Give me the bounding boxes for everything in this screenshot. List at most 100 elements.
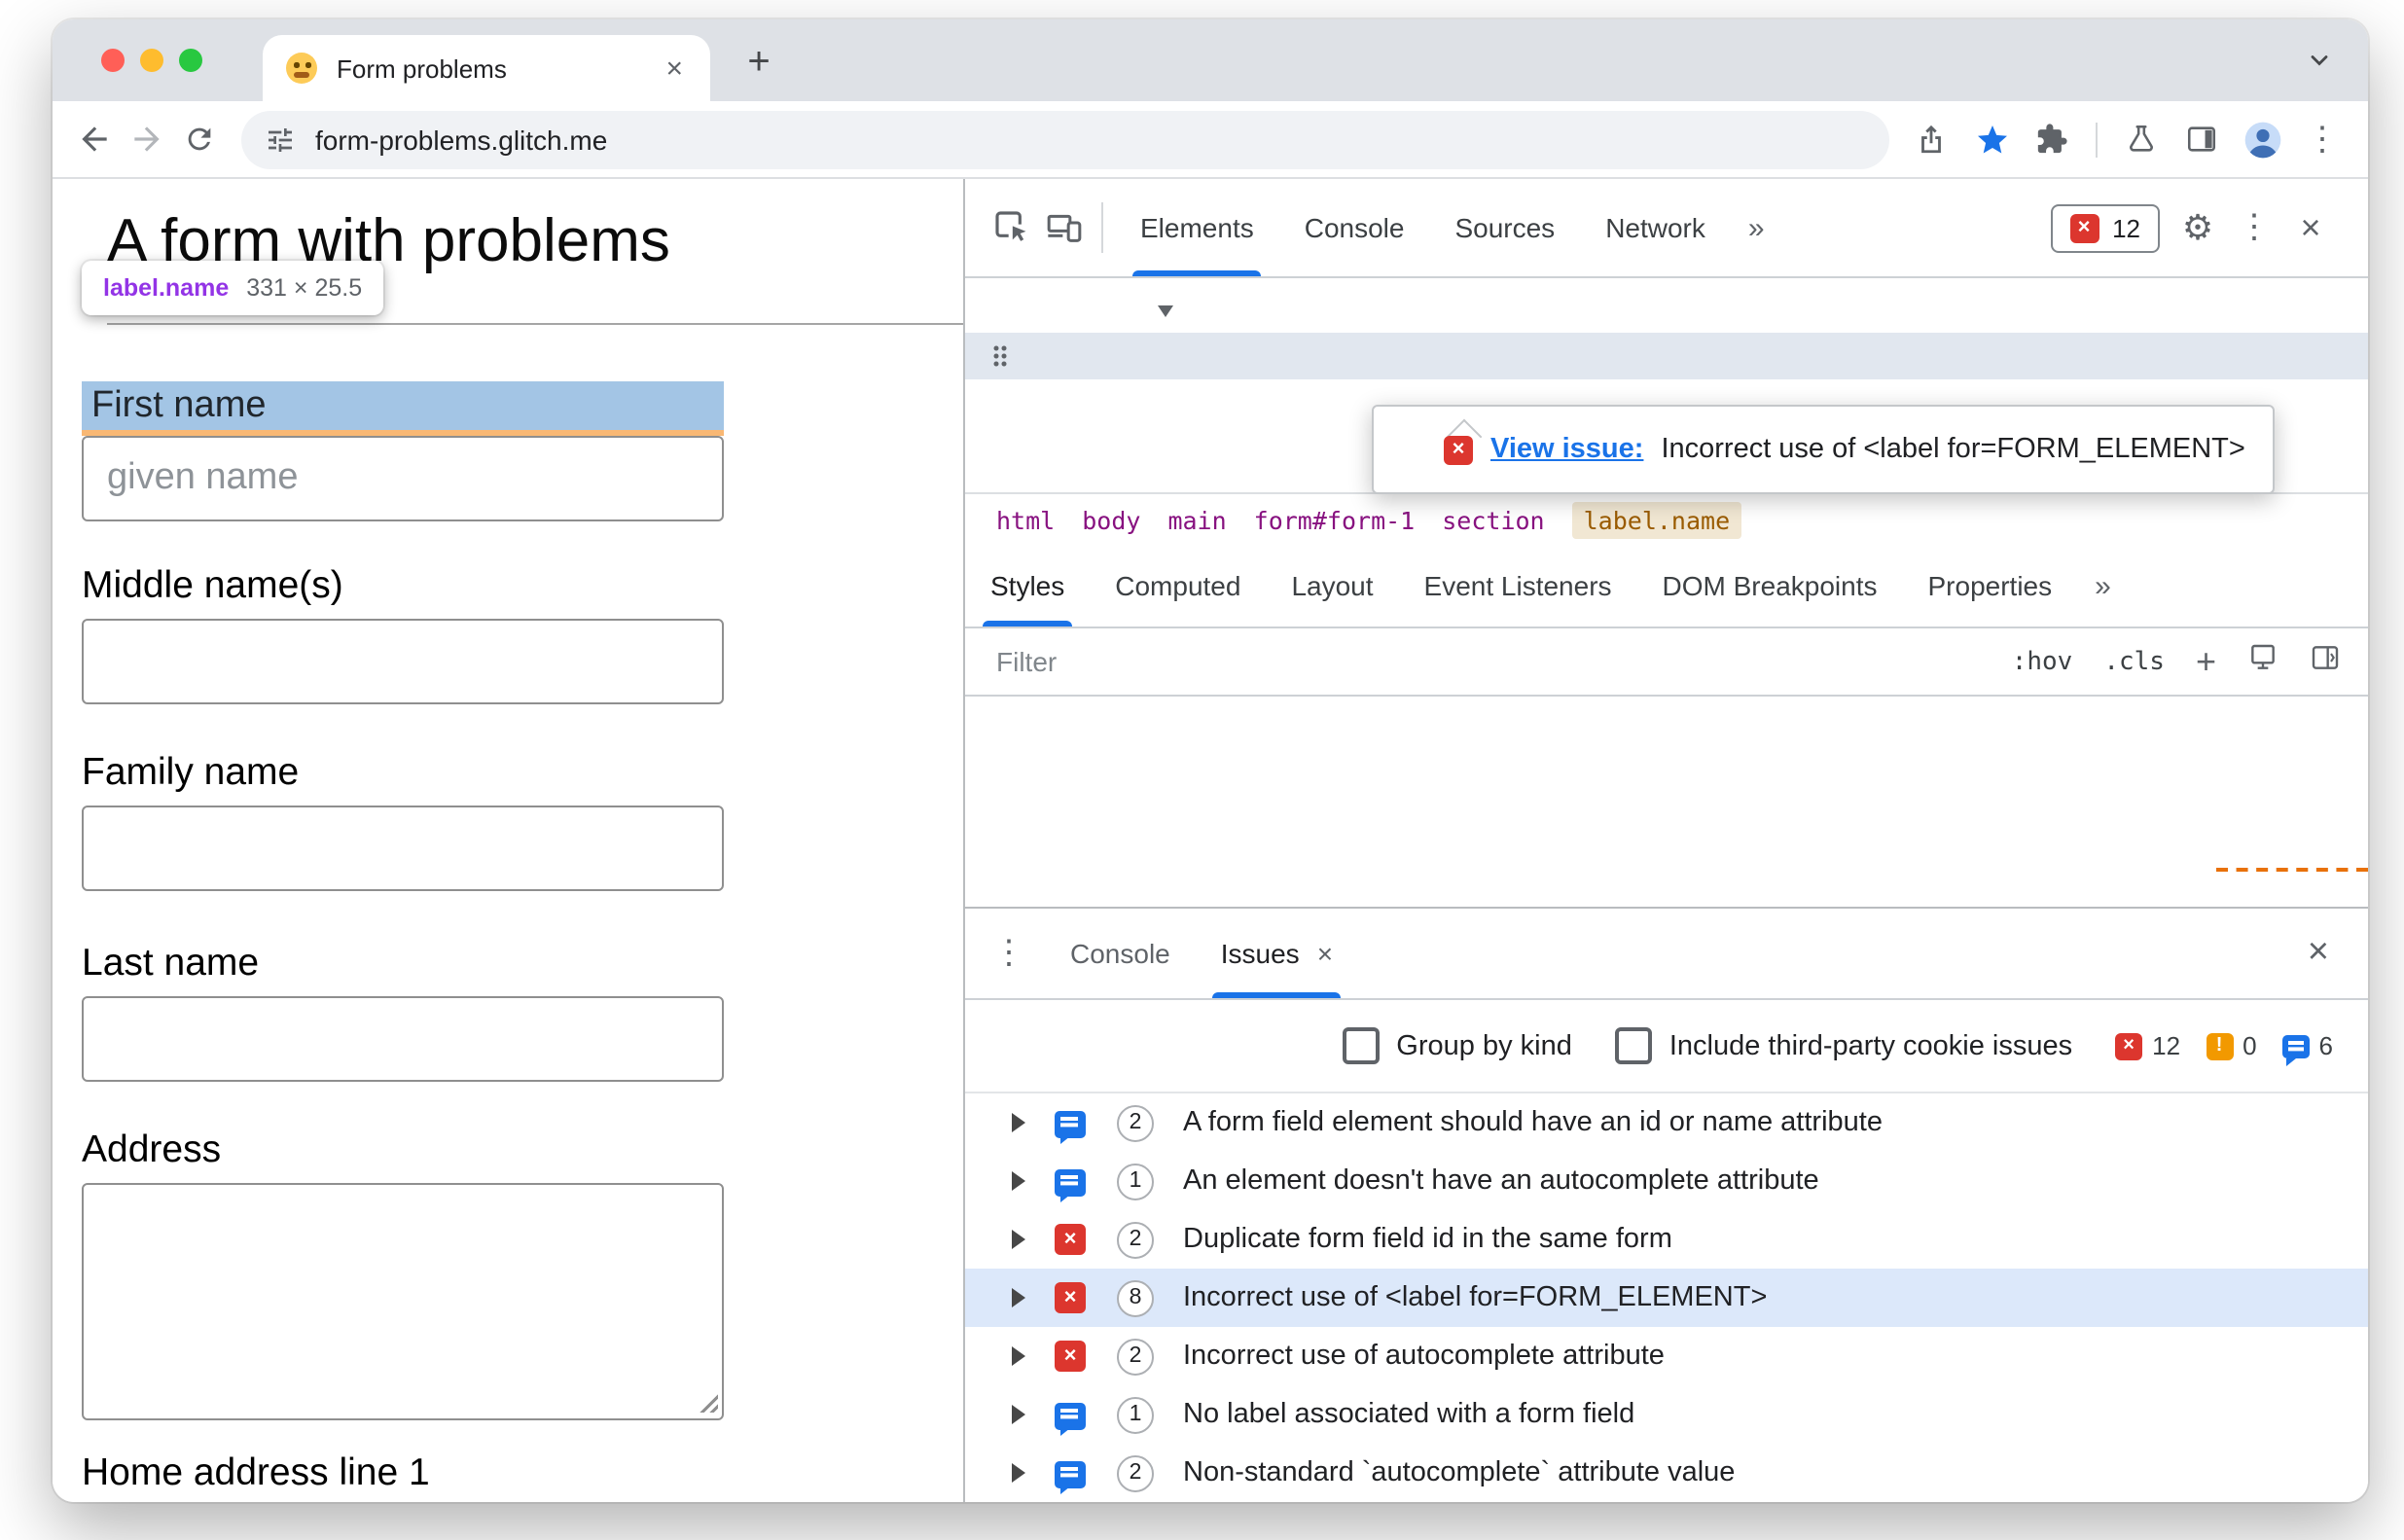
extensions-puzzle-icon[interactable] <box>2026 113 2078 165</box>
rendering-emulation-icon[interactable] <box>2247 641 2278 682</box>
share-icon[interactable] <box>1905 113 1957 165</box>
last-name-input[interactable] <box>82 996 724 1082</box>
back-icon[interactable] <box>68 113 121 165</box>
devtools-tab-label: Console <box>1304 212 1405 243</box>
bookmark-star-icon[interactable] <box>1965 113 2018 165</box>
issue-row[interactable]: × 2 A form field element should have an … <box>965 1093 2368 1152</box>
breadcrumb[interactable]: body <box>1082 505 1140 534</box>
view-issue-link[interactable]: View issue: <box>1490 434 1643 465</box>
sidebar-tab[interactable]: Properties <box>1903 545 2078 627</box>
breadcrumb[interactable]: section <box>1442 505 1544 534</box>
issue-row[interactable]: × 2 Incorrect use of autocomplete attrib… <box>965 1327 2368 1385</box>
window-close-button[interactable] <box>101 49 125 72</box>
address-textarea[interactable] <box>82 1183 724 1420</box>
issues-count-button[interactable]: × 12 <box>2050 203 2160 252</box>
styles-pane-content <box>965 697 2368 907</box>
devtools-drawer: ⋮ Console Issues × × Group by kind Inclu… <box>965 907 2368 1502</box>
third-party-cookie-checkbox[interactable]: Include third-party cookie issues <box>1614 1027 2072 1064</box>
middle-name-input[interactable] <box>82 619 724 704</box>
profile-avatar[interactable] <box>2236 113 2288 165</box>
emoji-face-icon <box>286 53 317 84</box>
issue-count-badge: 8 <box>1117 1279 1154 1316</box>
reload-icon[interactable] <box>173 113 226 165</box>
devtools-panel: Elements Console Sources Network » × 12 … <box>963 179 2368 1502</box>
sidebar-tab[interactable]: Computed <box>1090 545 1266 627</box>
address-bar[interactable]: form-problems.glitch.me <box>241 110 1889 168</box>
sidebar-tab[interactable]: DOM Breakpoints <box>1637 545 1903 627</box>
drawer-tab-console[interactable]: Console <box>1045 909 1196 998</box>
devtools-toolbar: Elements Console Sources Network » × 12 … <box>965 179 2368 278</box>
checkbox-icon[interactable] <box>1614 1027 1652 1064</box>
settings-gear-icon[interactable]: ⚙ <box>2171 201 2224 254</box>
warning-count-value: 0 <box>2243 1031 2257 1060</box>
expand-triangle-icon[interactable] <box>1012 1230 1025 1249</box>
site-settings-tune-icon[interactable] <box>265 124 296 155</box>
issue-row[interactable]: × 8 Incorrect use of <label for=FORM_ELE… <box>965 1269 2368 1327</box>
issue-message-icon <box>1055 1460 1086 1494</box>
sidebar-tab[interactable]: Event Listeners <box>1399 545 1637 627</box>
issue-row[interactable]: × 1 No label associated with a form fiel… <box>965 1385 2368 1444</box>
toggle-class-button[interactable]: .cls <box>2103 647 2165 676</box>
devtools-menu-kebab-icon[interactable]: ⋮ <box>2228 201 2280 254</box>
browser-tab[interactable]: Form problems × <box>263 35 710 101</box>
computed-sidebar-toggle-icon[interactable] <box>2310 641 2341 682</box>
expand-triangle-icon[interactable] <box>1012 1405 1025 1424</box>
family-name-input[interactable] <box>82 806 724 891</box>
more-tabs-chevron-icon[interactable]: » <box>1731 179 1782 276</box>
issue-row[interactable]: × 2 Non-standard `autocomplete` attribut… <box>965 1444 2368 1502</box>
new-style-rule-icon[interactable]: + <box>2196 644 2216 679</box>
group-by-kind-checkbox[interactable]: Group by kind <box>1342 1027 1572 1064</box>
expand-triangle-icon[interactable] <box>1012 1463 1025 1483</box>
sidebar-tab-label: Event Listeners <box>1423 570 1612 601</box>
drawer-menu-kebab-icon[interactable]: ⋮ <box>988 934 1045 973</box>
drawer-tab-issues[interactable]: Issues × <box>1196 909 1358 998</box>
drawer-close-icon[interactable]: × <box>2308 932 2345 975</box>
devtools-tab[interactable]: Elements <box>1115 179 1279 276</box>
breadcrumb[interactable]: html <box>996 505 1055 534</box>
node-menu-dots-icon[interactable] <box>992 344 1008 368</box>
window-minimize-button[interactable] <box>140 49 163 72</box>
given-name-input[interactable] <box>82 436 724 521</box>
devtools-tab[interactable]: Console <box>1279 179 1430 276</box>
issue-title: A form field element should have an id o… <box>1183 1107 1883 1138</box>
expand-triangle-icon[interactable] <box>1012 1288 1025 1307</box>
devtools-close-icon[interactable]: × <box>2284 201 2337 254</box>
toolbar-divider <box>1101 202 1103 253</box>
issue-error-icon: × <box>2069 213 2099 242</box>
toggle-hover-state-button[interactable]: :hov <box>2012 647 2073 676</box>
checkbox-icon[interactable] <box>1342 1027 1380 1064</box>
tree-row-section[interactable]: <section> <box>965 286 2368 333</box>
breadcrumb[interactable]: label.name <box>1571 501 1742 538</box>
forward-icon[interactable] <box>121 113 173 165</box>
experiments-flask-icon[interactable] <box>2115 113 2168 165</box>
middle-name-label: Middle name(s) <box>82 564 343 607</box>
issues-tab-close-icon[interactable]: × <box>1317 938 1333 969</box>
window-zoom-button[interactable] <box>179 49 202 72</box>
tree-row-label-selected[interactable]: <label for class="name" name="first-name… <box>965 333 2368 379</box>
dashed-orange-divider <box>2216 868 2368 872</box>
sidebar-tab[interactable]: Layout <box>1266 545 1398 627</box>
devtools-tab[interactable]: Sources <box>1429 179 1580 276</box>
sidebar-tab[interactable]: Styles <box>965 545 1090 627</box>
browser-menu-kebab-icon[interactable]: ⋮ <box>2296 113 2349 165</box>
devtools-tab[interactable]: Network <box>1580 179 1731 276</box>
tab-close-icon[interactable]: × <box>662 50 687 87</box>
expand-arrow-icon[interactable] <box>1158 305 1173 317</box>
tab-search-chevron-icon[interactable] <box>2302 43 2337 78</box>
issue-message-icon <box>1055 1168 1086 1202</box>
more-sidebar-tabs-chevron-icon[interactable]: » <box>2077 545 2129 627</box>
expand-triangle-icon[interactable] <box>1012 1171 1025 1191</box>
expand-triangle-icon[interactable] <box>1012 1346 1025 1366</box>
breadcrumb[interactable]: main <box>1167 505 1226 534</box>
styles-filter-input[interactable] <box>992 644 1981 679</box>
expand-triangle-icon[interactable] <box>1012 1113 1025 1132</box>
issue-title: No label associated with a form field <box>1183 1399 1635 1430</box>
issue-row[interactable]: × 1 An element doesn't have an autocompl… <box>965 1152 2368 1210</box>
issue-row[interactable]: × 2 Duplicate form field id in the same … <box>965 1210 2368 1269</box>
issues-count: 12 <box>2112 213 2140 242</box>
inspect-element-icon[interactable] <box>985 201 1037 254</box>
breadcrumb[interactable]: form#form-1 <box>1254 505 1416 534</box>
side-panel-icon[interactable] <box>2175 113 2228 165</box>
device-toolbar-icon[interactable] <box>1037 201 1090 254</box>
new-tab-button[interactable]: + <box>734 37 784 88</box>
